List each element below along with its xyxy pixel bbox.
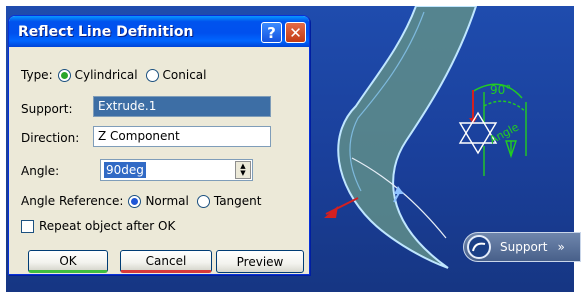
angle-reference-row: Angle Reference: Normal Tangent — [21, 194, 261, 208]
extrude-surface — [337, 6, 478, 269]
help-button[interactable]: ? — [261, 22, 282, 43]
type-cylindrical-radio[interactable] — [57, 68, 71, 82]
angle-reference-label: Angle Reference: — [21, 194, 124, 208]
direction-label: Direction: — [21, 131, 80, 145]
support-tag-label: Support — [500, 240, 548, 254]
repeat-checkbox[interactable] — [21, 219, 34, 233]
surface-icon — [467, 235, 491, 259]
angle-spinner[interactable]: 90deg ▲ ▼ — [100, 159, 253, 181]
type-label: Type: — [21, 68, 53, 82]
spinner-arrows-icon[interactable]: ▲ ▼ — [235, 161, 251, 179]
angle-label: Angle: — [21, 164, 60, 178]
type-cylindrical-label[interactable]: Cylindrical — [75, 68, 138, 82]
repeat-label[interactable]: Repeat object after OK — [39, 219, 175, 233]
type-conical-label[interactable]: Conical — [163, 68, 207, 82]
preview-button[interactable]: Preview — [216, 250, 304, 273]
expand-arrows-icon[interactable]: » — [557, 240, 564, 254]
dialog-title: Reflect Line Definition — [18, 24, 194, 40]
angle-ref-normal-label[interactable]: Normal — [145, 194, 188, 208]
reflect-line-dialog: Reflect Line Definition ? ✕ Type: Cylind… — [8, 15, 310, 275]
repeat-row: Repeat object after OK — [21, 219, 175, 233]
type-conical-radio[interactable] — [145, 68, 159, 82]
ok-button[interactable]: OK — [28, 250, 108, 273]
type-row: Type: Cylindrical Conical — [21, 68, 207, 82]
angle-value[interactable]: 90deg — [104, 162, 146, 178]
direction-field[interactable]: Z Component — [93, 126, 271, 147]
angle-ref-tangent-label[interactable]: Tangent — [214, 194, 262, 208]
support-label: Support: — [21, 102, 73, 116]
title-bar[interactable]: Reflect Line Definition ? ✕ — [9, 16, 309, 47]
support-tag[interactable]: Support » — [463, 232, 581, 262]
angle-ref-tangent-radio[interactable] — [196, 194, 210, 208]
angle-ref-normal-radio[interactable] — [128, 194, 142, 208]
close-button[interactable]: ✕ — [285, 22, 306, 43]
angle-value-label: 90° — [490, 83, 511, 97]
support-field[interactable]: Extrude.1 — [93, 96, 271, 117]
direction-arrow — [325, 197, 359, 215]
cancel-button[interactable]: Cancel — [120, 250, 212, 273]
